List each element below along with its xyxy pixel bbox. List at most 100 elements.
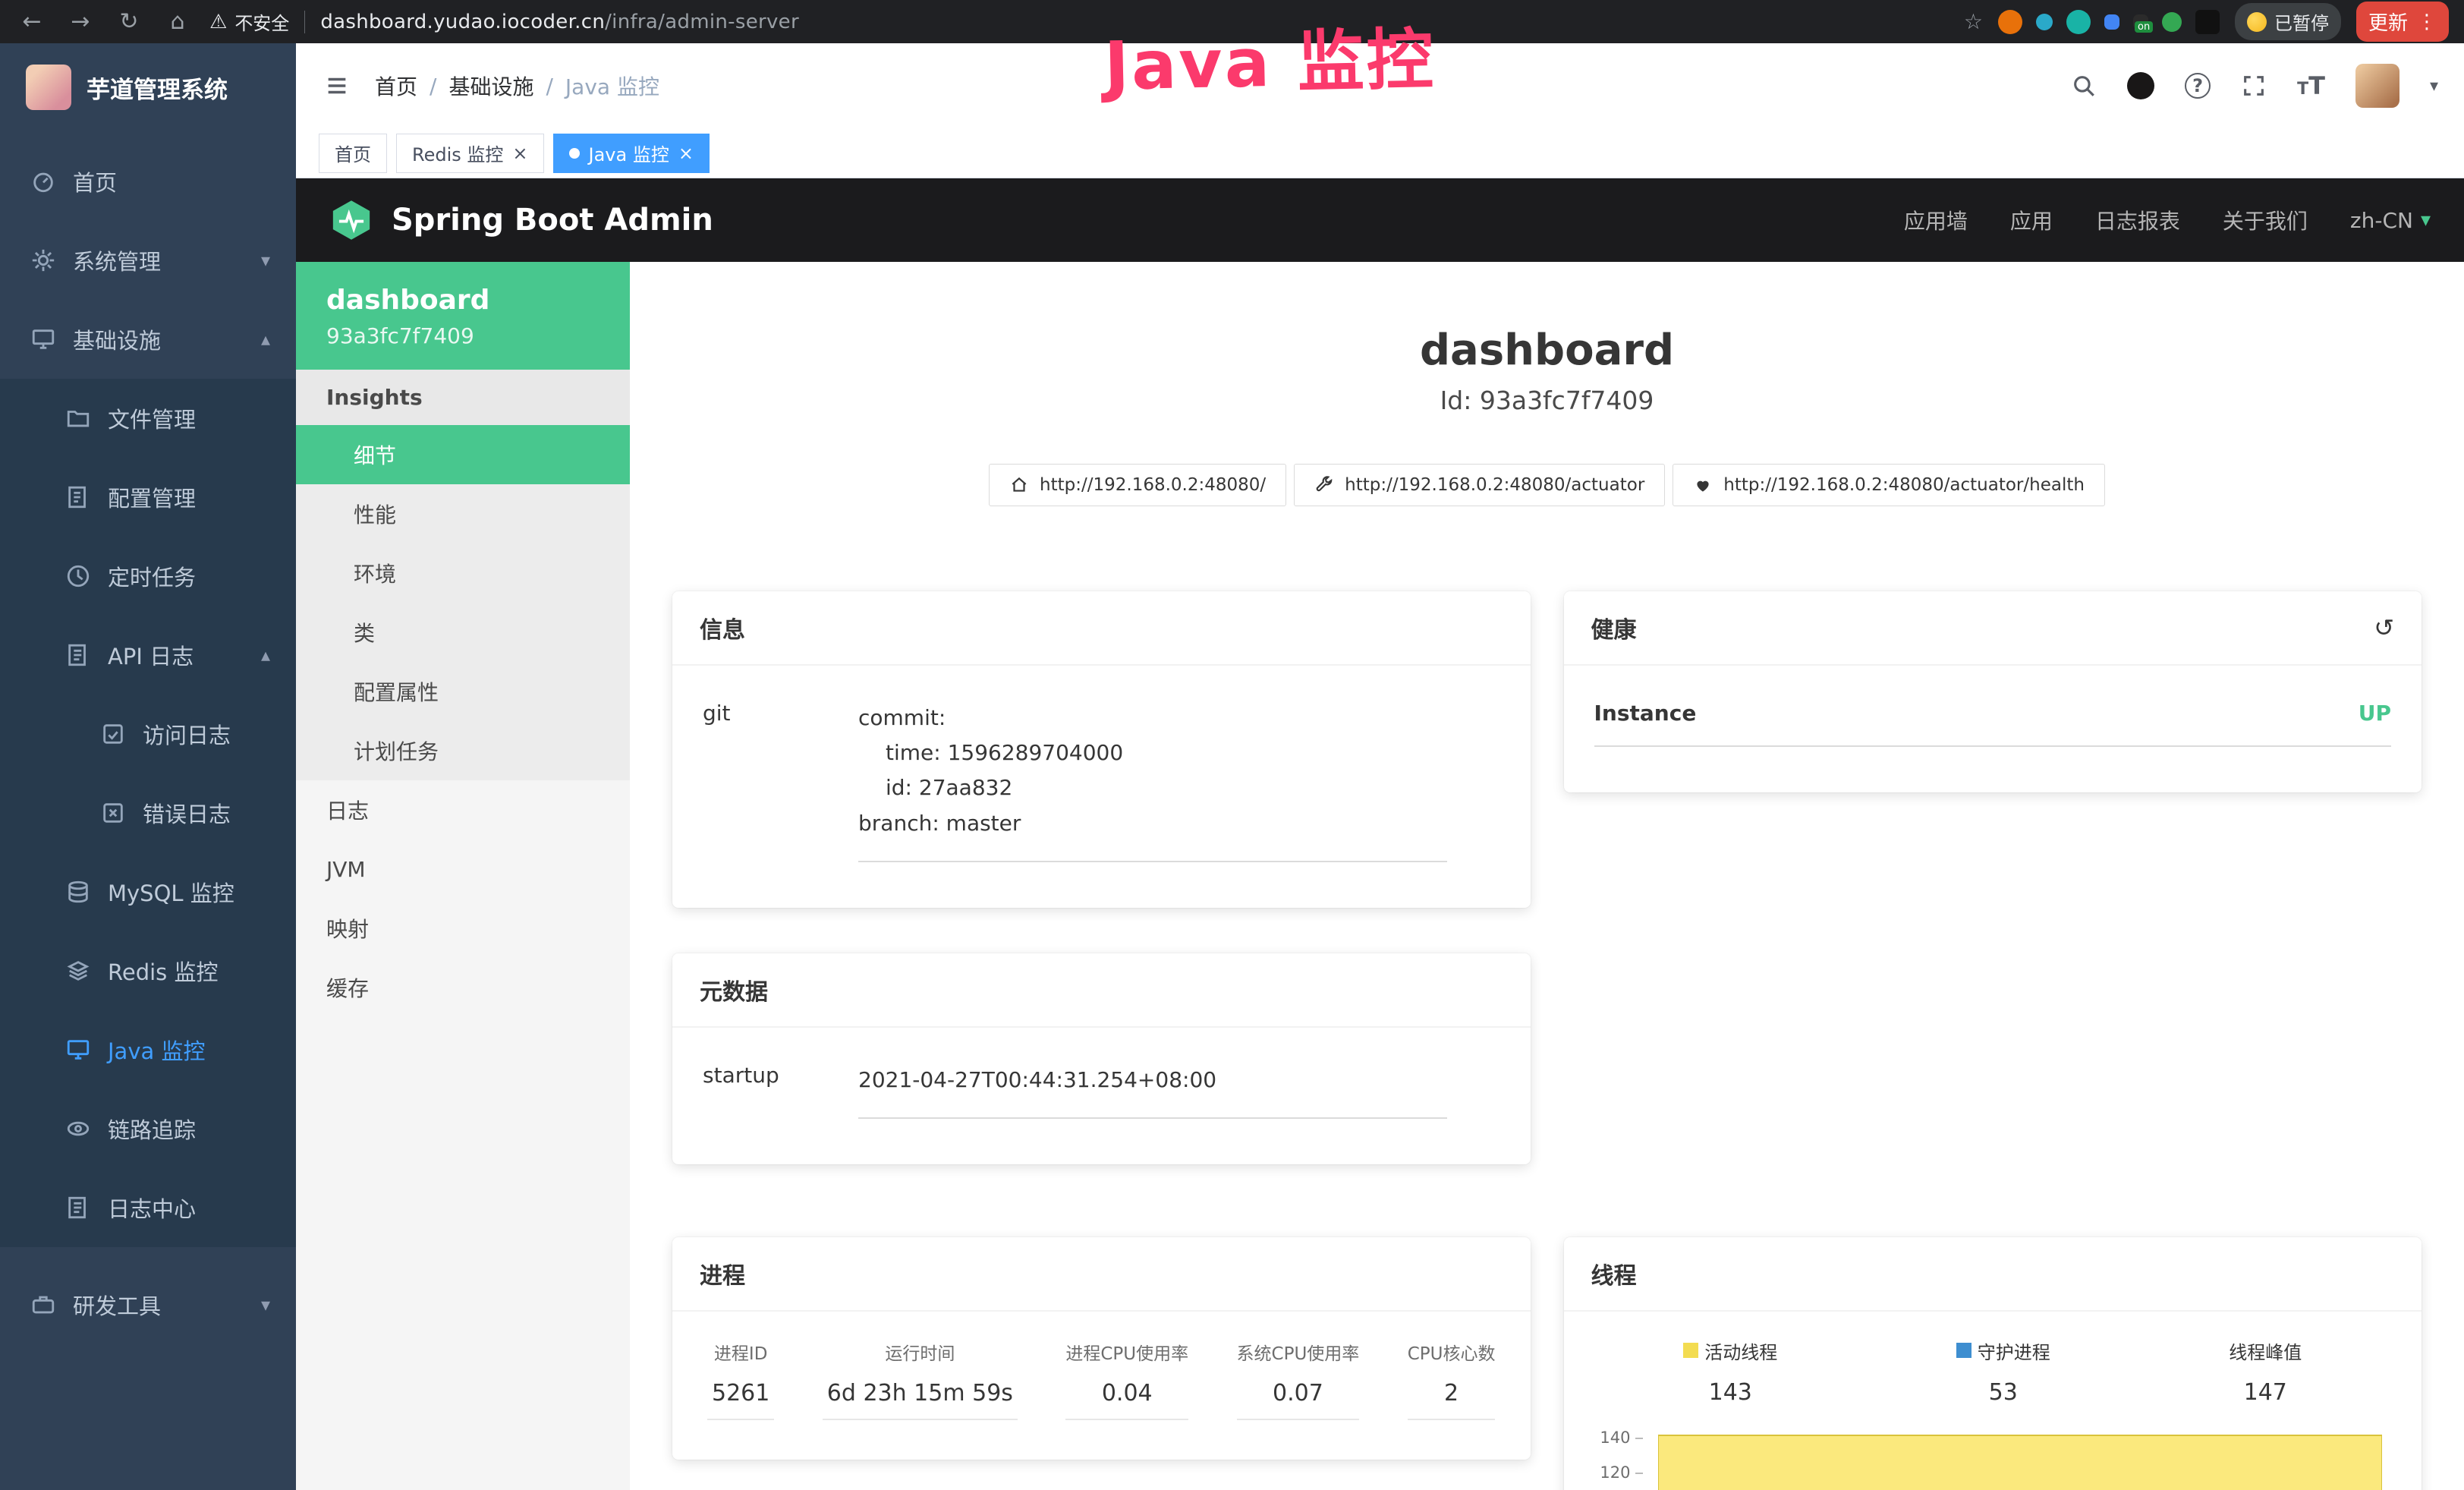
sidebar-item-mysql[interactable]: MySQL 监控: [0, 852, 296, 931]
sba-item-logs[interactable]: 日志: [296, 780, 630, 840]
sidebar-item-error-log[interactable]: 错误日志: [0, 773, 296, 852]
sidebar-item-log-center[interactable]: 日志中心: [0, 1168, 296, 1247]
history-icon[interactable]: ↺: [2374, 613, 2394, 642]
metadata-value: 2021-04-27T00:44:31.254+08:00: [858, 1063, 1447, 1119]
extension-icon[interactable]: on: [2133, 14, 2148, 30]
y-axis-tick: 120: [1594, 1463, 1643, 1482]
legend-label: 守护进程: [1978, 1337, 2050, 1364]
browser-home-icon[interactable]: ⌂: [161, 8, 194, 35]
health-instance-label: Instance: [1594, 701, 1697, 726]
paused-label: 已暂停: [2274, 8, 2329, 35]
sidebar-item-label: Java 监控: [108, 1034, 205, 1066]
sba-item-jvm[interactable]: JVM: [296, 840, 630, 899]
threads-card: 线程 活动线程 143 守护进程 53: [1564, 1237, 2422, 1490]
process-col-label: 系统CPU使用率: [1237, 1339, 1360, 1365]
github-icon[interactable]: [2127, 72, 2154, 99]
edit-doc-icon: [100, 721, 126, 747]
service-url-link[interactable]: http://192.168.0.2:48080/: [989, 464, 1286, 506]
sidebar-item-dev-tools[interactable]: 研发工具 ▾: [0, 1265, 296, 1344]
tab-home[interactable]: 首页: [319, 134, 387, 173]
sidebar-item-home[interactable]: 首页: [0, 142, 296, 221]
sidebar-item-access-log[interactable]: 访问日志: [0, 695, 296, 773]
close-icon[interactable]: ×: [512, 143, 527, 164]
sba-language-select[interactable]: zh-CN ▾: [2350, 208, 2431, 233]
sidebar-item-java[interactable]: Java 监控: [0, 1010, 296, 1089]
sba-nav-about[interactable]: 关于我们: [2223, 205, 2308, 235]
extension-icon[interactable]: [2066, 10, 2091, 34]
breadcrumb-item[interactable]: 首页: [375, 71, 417, 101]
sidebar-item-config[interactable]: 配置管理: [0, 458, 296, 537]
address-bar[interactable]: dashboard.yudao.iocoder.cn/infra/admin-s…: [320, 11, 799, 33]
heart-icon: [1693, 475, 1713, 495]
bookmark-star-icon[interactable]: ☆: [1964, 9, 1983, 34]
forward-icon[interactable]: →: [64, 8, 97, 35]
sba-item-scheduled-tasks[interactable]: 计划任务: [296, 721, 630, 780]
security-chip[interactable]: ⚠ 不安全: [209, 8, 289, 35]
sba-nav-applications[interactable]: 应用: [2010, 205, 2053, 235]
close-icon[interactable]: ×: [678, 143, 694, 164]
extension-icon[interactable]: [2195, 10, 2220, 34]
help-icon[interactable]: ?: [2185, 73, 2211, 99]
fullscreen-icon[interactable]: [2241, 73, 2267, 99]
info-line: branch: master: [858, 806, 1447, 841]
process-col-value: 5261: [707, 1380, 774, 1420]
extension-icon[interactable]: [2162, 12, 2182, 32]
sidebar-item-infra[interactable]: 基础设施 ▴: [0, 300, 296, 379]
sidebar-item-trace[interactable]: 链路追踪: [0, 1089, 296, 1168]
sba-item-performance[interactable]: 性能: [296, 484, 630, 543]
extension-icon[interactable]: [2036, 14, 2053, 30]
sba-item-config-props[interactable]: 配置属性: [296, 662, 630, 721]
paused-badge[interactable]: 已暂停: [2235, 3, 2341, 40]
card-body: 进程ID 5261 运行时间 6d 23h 15m 59s 进程CPU使用率 0…: [672, 1312, 1531, 1460]
health-row[interactable]: Instance UP: [1594, 701, 2392, 747]
sba-item-details[interactable]: 细节: [296, 425, 630, 484]
chevron-down-icon: ▾: [261, 1294, 270, 1315]
tab-label: Redis 监控: [412, 140, 503, 166]
process-col-label: CPU核心数: [1408, 1339, 1496, 1365]
tab-redis-monitor[interactable]: Redis 监控 ×: [396, 134, 544, 173]
actuator-url-link[interactable]: http://192.168.0.2:48080/actuator: [1294, 464, 1665, 506]
instance-header[interactable]: dashboard 93a3fc7f7409: [296, 262, 630, 370]
process-col: 运行时间 6d 23h 15m 59s: [823, 1339, 1018, 1420]
spring-boot-admin-logo-icon: [329, 198, 373, 242]
legend-item: 守护进程 53: [1956, 1337, 2050, 1406]
sidebar-item-label: 链路追踪: [108, 1113, 196, 1145]
card-title: 健康 ↺: [1564, 591, 2422, 666]
sba-header: Spring Boot Admin 应用墙 应用 日志报表 关于我们 zh-CN…: [296, 178, 2464, 262]
tab-java-monitor[interactable]: Java 监控 ×: [553, 134, 710, 173]
legend-value: 147: [2229, 1379, 2302, 1406]
extension-icon[interactable]: [1998, 10, 2022, 34]
avatar-caret-icon[interactable]: ▾: [2430, 77, 2438, 96]
sba-item-environment[interactable]: 环境: [296, 543, 630, 603]
sidebar-menu: 首页 系统管理 ▾ 基础设施 ▴ 文件管理 配置管理 定时: [0, 131, 296, 1344]
sba-item-mappings[interactable]: 映射: [296, 899, 630, 958]
health-card: 健康 ↺ Instance UP: [1564, 591, 2422, 792]
sidebar-item-label: MySQL 监控: [108, 876, 234, 908]
sidebar-item-system[interactable]: 系统管理 ▾: [0, 221, 296, 300]
font-size-icon[interactable]: TT: [2297, 71, 2325, 100]
extension-icon[interactable]: [2104, 14, 2119, 30]
sidebar-item-redis[interactable]: Redis 监控: [0, 931, 296, 1010]
sidebar-item-job[interactable]: 定时任务: [0, 537, 296, 616]
sba-main-content: dashboard Id: 93a3fc7f7409 http://192.16…: [630, 262, 2464, 1490]
sidebar-item-api-log[interactable]: API 日志 ▴: [0, 616, 296, 695]
sidebar-item-label: 首页: [73, 165, 117, 197]
sidebar-item-label: 系统管理: [73, 244, 161, 276]
back-icon[interactable]: ←: [15, 8, 49, 35]
update-button[interactable]: 更新 ⋮: [2356, 2, 2449, 42]
health-url-link[interactable]: http://192.168.0.2:48080/actuator/health: [1673, 464, 2105, 506]
sba-item-classes[interactable]: 类: [296, 603, 630, 662]
sba-nav-journal[interactable]: 日志报表: [2095, 205, 2180, 235]
reload-icon[interactable]: ↻: [112, 8, 146, 35]
process-col-value: 0.07: [1237, 1380, 1360, 1420]
sba-item-caches[interactable]: 缓存: [296, 958, 630, 1017]
folder-icon: [65, 405, 91, 431]
sidebar-item-file[interactable]: 文件管理: [0, 379, 296, 458]
gear-icon: [30, 247, 56, 273]
user-avatar[interactable]: [2355, 64, 2399, 108]
breadcrumb-item[interactable]: 基础设施: [448, 71, 533, 101]
hamburger-icon[interactable]: [322, 73, 352, 99]
kebab-menu-icon[interactable]: ⋮: [2417, 11, 2437, 33]
search-icon[interactable]: [2071, 73, 2097, 99]
sba-nav-wallboard[interactable]: 应用墙: [1904, 205, 1968, 235]
